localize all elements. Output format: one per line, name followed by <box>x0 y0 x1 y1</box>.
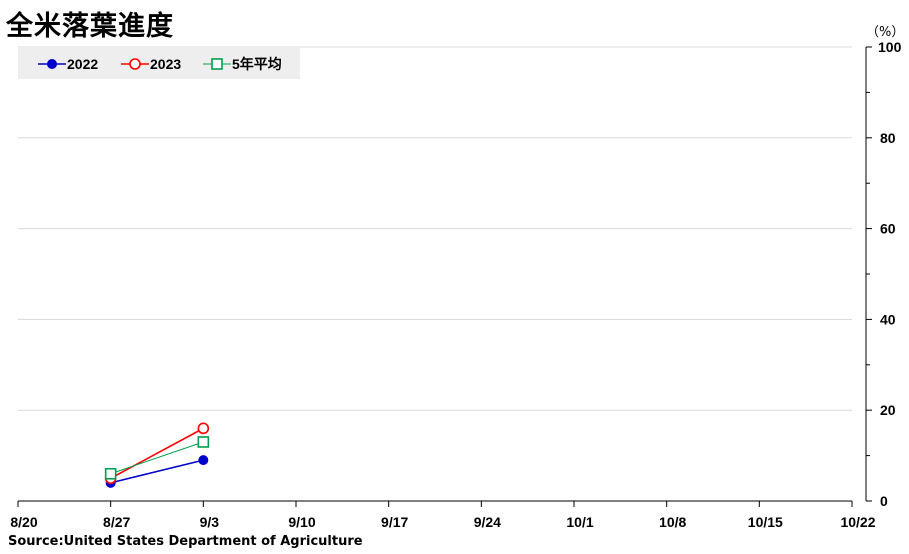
legend-label: 2022 <box>67 56 98 72</box>
legend-swatch-marker <box>47 59 57 69</box>
y-tick-label: 100 <box>878 39 902 55</box>
legend-swatch-marker <box>129 58 141 70</box>
y-tick-label: 80 <box>880 130 896 146</box>
x-axis-ticks: 8/20 8/27 9/3 9/10 9/17 9/24 10/1 10/8 10/15 10/2… <box>10 501 876 530</box>
x-tick-label: 10/8 <box>659 514 686 530</box>
source-note: Source:United States Department of Agric… <box>8 534 363 549</box>
x-tick-label: 9/24 <box>474 514 501 530</box>
data-point <box>197 422 210 435</box>
series-2023 <box>104 422 210 485</box>
x-tick-label: 10/15 <box>748 514 783 530</box>
legend-label: 2023 <box>150 56 181 72</box>
x-tick-label: 9/3 <box>200 514 220 530</box>
legend-label: 5年平均 <box>232 56 282 72</box>
legend-item-5年平均: 5年平均 <box>203 56 282 72</box>
line-chart: 8/20 8/27 9/3 9/10 9/17 9/24 10/1 10/8 10/15 10/2… <box>10 39 902 530</box>
axes <box>18 47 867 502</box>
series-layer <box>104 422 210 488</box>
x-tick-label: 10/22 <box>840 514 875 530</box>
series-2022 <box>105 455 209 488</box>
data-point <box>198 455 209 466</box>
x-tick-label: 8/27 <box>103 514 130 530</box>
y-tick-label: 0 <box>880 493 888 509</box>
legend: 2022 2023 5年平均 <box>18 48 300 79</box>
y-tick-label: 60 <box>880 221 896 237</box>
x-tick-label: 9/17 <box>381 514 408 530</box>
x-tick-label: 9/10 <box>288 514 315 530</box>
gridlines <box>18 46 852 411</box>
legend-swatch-marker <box>211 58 223 70</box>
y-tick-label: 20 <box>880 402 896 418</box>
y-tick-label: 40 <box>880 311 896 327</box>
x-tick-label: 10/1 <box>566 514 593 530</box>
x-tick-label: 8/20 <box>10 514 37 530</box>
data-point <box>197 436 210 448</box>
y-axis-ticks: 0 20 40 60 80 100 <box>866 39 902 509</box>
series-line <box>110 441 204 475</box>
data-point <box>104 467 117 480</box>
